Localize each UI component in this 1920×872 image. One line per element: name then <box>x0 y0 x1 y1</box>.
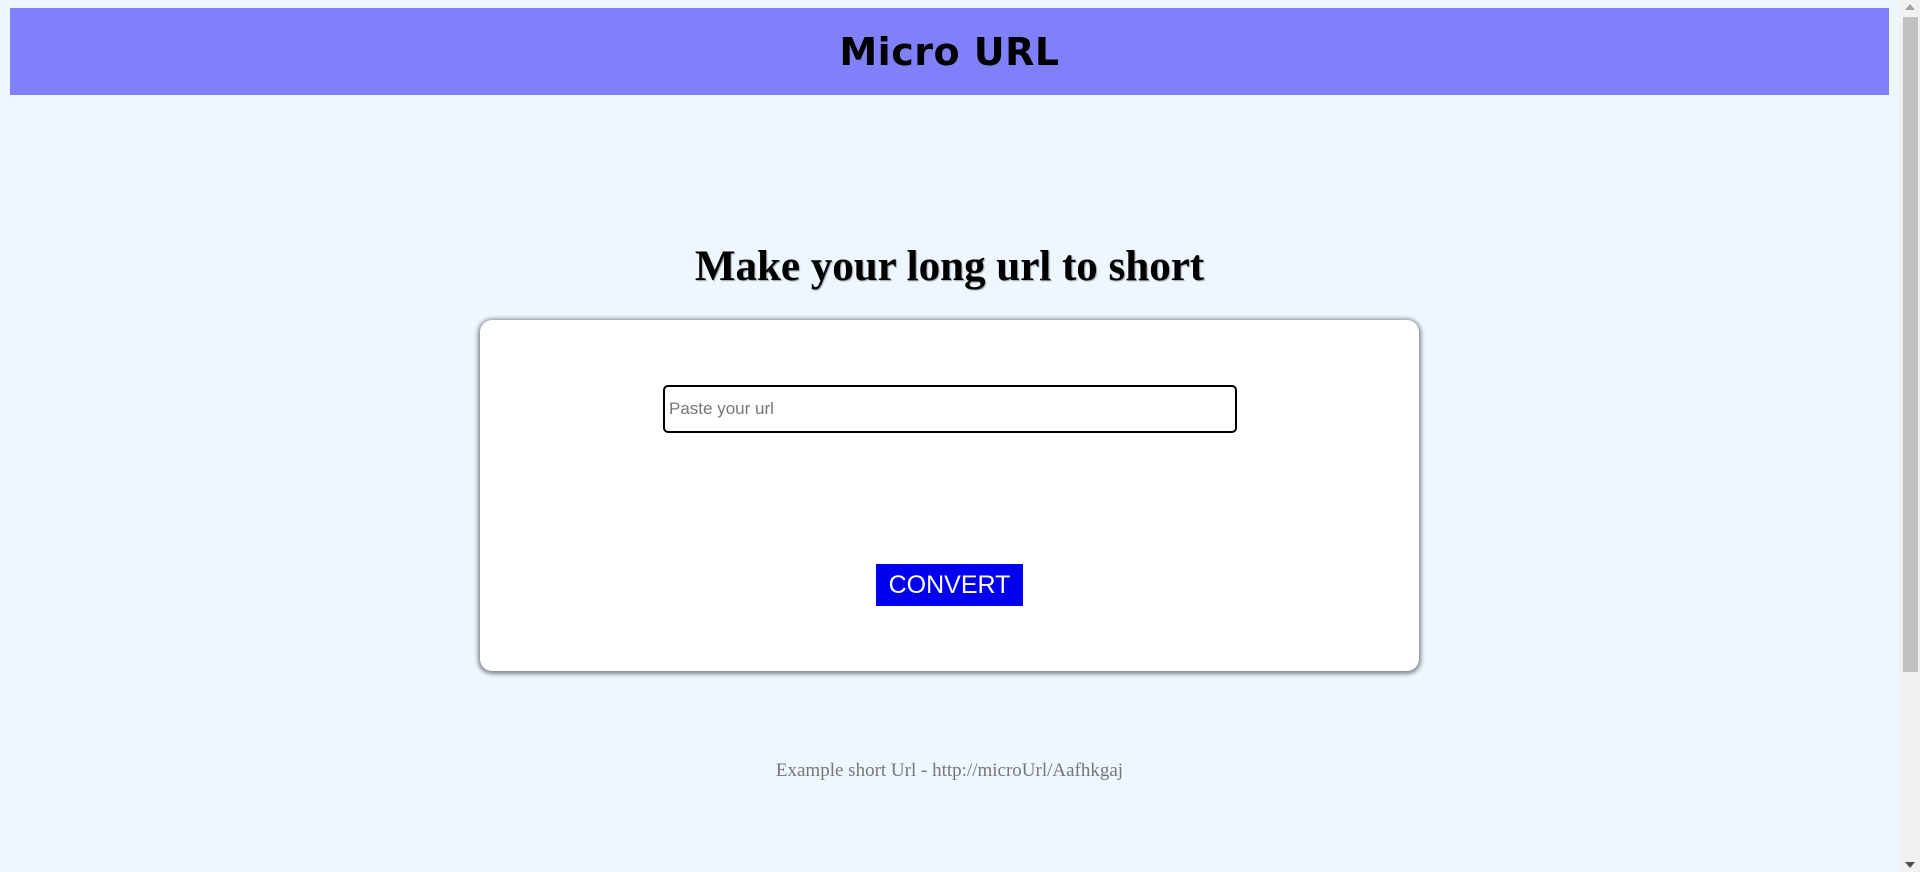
site-title: Micro URL <box>839 29 1060 74</box>
site-header: Micro URL <box>10 8 1889 95</box>
vertical-scrollbar[interactable] <box>1899 0 1920 872</box>
chevron-down-icon[interactable] <box>1905 862 1915 868</box>
page-headline: Make your long url to short <box>694 243 1205 290</box>
convert-button[interactable]: CONVERT <box>876 564 1023 606</box>
scrollbar-thumb[interactable] <box>1903 17 1918 672</box>
example-short-url: Example short Url - http://microUrl/Aafh… <box>775 760 1124 781</box>
chevron-up-icon[interactable] <box>1905 4 1915 10</box>
shortener-card: CONVERT <box>480 320 1419 671</box>
url-input[interactable] <box>663 385 1237 433</box>
page-viewport: Micro URL Make your long url to short CO… <box>0 0 1899 872</box>
